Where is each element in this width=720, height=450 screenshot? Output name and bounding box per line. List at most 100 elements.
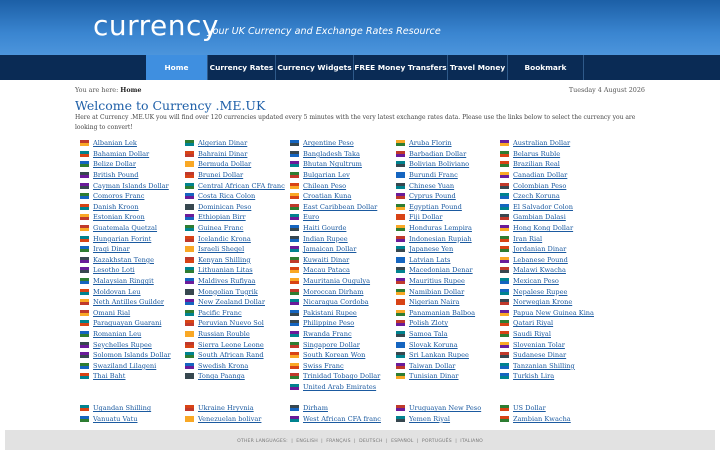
- currency-link[interactable]: Fiji Dollar: [396, 212, 501, 223]
- currency-link[interactable]: Mauritania Ougulya: [290, 276, 395, 287]
- currency-link[interactable]: Nigerian Naira: [396, 297, 501, 308]
- currency-link[interactable]: Swiss Franc: [290, 361, 395, 372]
- language-link[interactable]: PORTUGUÊS: [422, 439, 452, 444]
- currency-link[interactable]: Solomon Islands Dollar: [80, 350, 185, 361]
- currency-link[interactable]: Paraguayan Guarani: [80, 318, 185, 329]
- currency-link[interactable]: Colombian Peso: [500, 180, 605, 191]
- currency-link[interactable]: United Arab Emirates: [290, 382, 395, 393]
- currency-link[interactable]: Namibian Dollar: [396, 286, 501, 297]
- currency-link[interactable]: Peruvian Nuevo Sol: [185, 318, 290, 329]
- currency-link[interactable]: Guinea Franc: [185, 223, 290, 234]
- currency-link[interactable]: Romanian Leu: [80, 329, 185, 340]
- currency-link[interactable]: Cayman Islands Dollar: [80, 180, 185, 191]
- currency-link[interactable]: Yemen Riyal: [396, 414, 501, 425]
- currency-link[interactable]: Honduras Lempira: [396, 223, 501, 234]
- nav-item-currency-rates[interactable]: Currency Rates: [208, 55, 276, 80]
- currency-link[interactable]: Indonesian Rupiah: [396, 233, 501, 244]
- currency-link[interactable]: South Korean Won: [290, 350, 395, 361]
- currency-link[interactable]: Uruguayan New Peso: [396, 403, 501, 414]
- currency-link[interactable]: South African Rand: [185, 350, 290, 361]
- currency-link[interactable]: Macau Pataca: [290, 265, 395, 276]
- currency-link[interactable]: New Zealand Dollar: [185, 297, 290, 308]
- currency-link[interactable]: Russian Rouble: [185, 329, 290, 340]
- currency-link[interactable]: Sudanese Dinar: [500, 350, 605, 361]
- currency-link[interactable]: Ethiopian Birr: [185, 212, 290, 223]
- currency-link[interactable]: Tanzanian Shilling: [500, 361, 605, 372]
- currency-link[interactable]: Swaziland Lilageni: [80, 361, 185, 372]
- currency-link[interactable]: Icelandic Krona: [185, 233, 290, 244]
- currency-link[interactable]: Egyptian Pound: [396, 202, 501, 213]
- currency-link[interactable]: Bahraini Dinar: [185, 149, 290, 160]
- currency-link[interactable]: Rwanda Franc: [290, 329, 395, 340]
- currency-link[interactable]: Omani Rial: [80, 308, 185, 319]
- currency-link[interactable]: Tonga Paanga: [185, 371, 290, 382]
- currency-link[interactable]: Zambian Kwacha: [500, 414, 605, 425]
- currency-link[interactable]: Neth Antilles Guilder: [80, 297, 185, 308]
- currency-link[interactable]: Sri Lankan Rupee: [396, 350, 501, 361]
- currency-link[interactable]: Barbadian Dollar: [396, 149, 501, 160]
- currency-link[interactable]: Estonian Kroon: [80, 212, 185, 223]
- currency-link[interactable]: Lithuanian Litas: [185, 265, 290, 276]
- language-link[interactable]: ITALIANO: [460, 439, 483, 444]
- currency-link[interactable]: Costa Rica Colon: [185, 191, 290, 202]
- currency-link[interactable]: Jamaican Dollar: [290, 244, 395, 255]
- currency-link[interactable]: Singapore Dollar: [290, 339, 395, 350]
- currency-link[interactable]: Danish Kroon: [80, 202, 185, 213]
- currency-link[interactable]: Panamanian Balboa: [396, 308, 501, 319]
- currency-link[interactable]: Ugandan Shilling: [80, 403, 185, 414]
- currency-link[interactable]: Ukraine Hryvnia: [185, 403, 290, 414]
- currency-link[interactable]: Philippine Peso: [290, 318, 395, 329]
- currency-link[interactable]: Turkish Lira: [500, 371, 605, 382]
- currency-link[interactable]: Chilean Peso: [290, 180, 395, 191]
- currency-link[interactable]: Brazilian Real: [500, 159, 605, 170]
- currency-link[interactable]: Samoa Tala: [396, 329, 501, 340]
- currency-link[interactable]: Chinese Yuan: [396, 180, 501, 191]
- currency-link[interactable]: Trinidad Tobago Dollar: [290, 371, 395, 382]
- currency-link[interactable]: Nepalese Rupee: [500, 286, 605, 297]
- currency-link[interactable]: British Pound: [80, 170, 185, 181]
- currency-link[interactable]: Burundi Franc: [396, 170, 501, 181]
- currency-link[interactable]: Bolivian Boliviano: [396, 159, 501, 170]
- currency-link[interactable]: Hungarian Forint: [80, 233, 185, 244]
- language-link[interactable]: ESPAÑOL: [391, 439, 413, 444]
- currency-link[interactable]: Iran Rial: [500, 233, 605, 244]
- currency-link[interactable]: Guatemala Quetzal: [80, 223, 185, 234]
- currency-link[interactable]: Kazakhstan Tenge: [80, 255, 185, 266]
- currency-link[interactable]: Bulgarian Lev: [290, 170, 395, 181]
- currency-link[interactable]: Mongolian Tugrik: [185, 286, 290, 297]
- currency-link[interactable]: Bahamian Dollar: [80, 149, 185, 160]
- currency-link[interactable]: Argentine Peso: [290, 138, 395, 149]
- currency-link[interactable]: Iraqi Dinar: [80, 244, 185, 255]
- currency-link[interactable]: Albanian Lek: [80, 138, 185, 149]
- currency-link[interactable]: Polish Zloty: [396, 318, 501, 329]
- language-link[interactable]: FRANÇAIS: [326, 439, 350, 444]
- currency-link[interactable]: Bermuda Dollar: [185, 159, 290, 170]
- currency-link[interactable]: Qatari Riyal: [500, 318, 605, 329]
- currency-link[interactable]: Vanuatu Vatu: [80, 414, 185, 425]
- currency-link[interactable]: Belize Dollar: [80, 159, 185, 170]
- currency-link[interactable]: Pacific Franc: [185, 308, 290, 319]
- currency-link[interactable]: Canadian Dollar: [500, 170, 605, 181]
- currency-link[interactable]: Euro: [290, 212, 395, 223]
- currency-link[interactable]: West African CFA franc: [290, 414, 395, 425]
- currency-link[interactable]: Belarus Ruble: [500, 149, 605, 160]
- currency-link[interactable]: Macedonian Denar: [396, 265, 501, 276]
- currency-link[interactable]: Dominican Peso: [185, 202, 290, 213]
- currency-link[interactable]: Lebanese Pound: [500, 255, 605, 266]
- currency-link[interactable]: El Salvador Colon: [500, 202, 605, 213]
- currency-link[interactable]: Haiti Gourde: [290, 223, 395, 234]
- currency-link[interactable]: Japanese Yen: [396, 244, 501, 255]
- currency-link[interactable]: Nicaragua Cordoba: [290, 297, 395, 308]
- currency-link[interactable]: Mauritius Rupee: [396, 276, 501, 287]
- currency-link[interactable]: Tunisian Dinar: [396, 371, 501, 382]
- currency-link[interactable]: Papua New Guinea Kina: [500, 308, 605, 319]
- site-logo[interactable]: currency: [93, 9, 219, 42]
- currency-link[interactable]: Swedish Krona: [185, 361, 290, 372]
- currency-link[interactable]: Mexican Peso: [500, 276, 605, 287]
- currency-link[interactable]: Hong Kong Dollar: [500, 223, 605, 234]
- currency-link[interactable]: Australian Dollar: [500, 138, 605, 149]
- currency-link[interactable]: Indian Rupee: [290, 233, 395, 244]
- currency-link[interactable]: Central African CFA franc: [185, 180, 290, 191]
- currency-link[interactable]: Israeli Sheqel: [185, 244, 290, 255]
- currency-link[interactable]: Brunei Dollar: [185, 170, 290, 181]
